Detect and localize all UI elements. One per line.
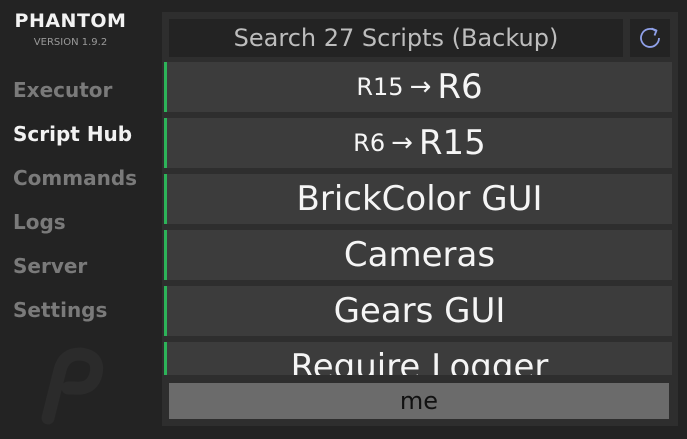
- script-list[interactable]: R15 → R6 R6 → R15 BrickColor GUI Cameras…: [164, 62, 672, 375]
- target-input[interactable]: [169, 383, 669, 419]
- sidebar-item-executor[interactable]: Executor: [13, 76, 137, 120]
- script-item[interactable]: R6 → R15: [164, 118, 672, 168]
- sidebar-item-script-hub[interactable]: Script Hub: [13, 120, 137, 164]
- search-input[interactable]: [169, 19, 623, 57]
- sidebar-item-settings[interactable]: Settings: [13, 296, 137, 340]
- script-hub-panel: R15 → R6 R6 → R15 BrickColor GUI Cameras…: [162, 12, 678, 426]
- script-label: Cameras: [343, 235, 496, 275]
- script-item[interactable]: Gears GUI: [164, 286, 672, 336]
- script-from: R15: [356, 73, 404, 101]
- script-label: BrickColor GUI: [296, 179, 543, 219]
- phantom-logo-watermark: [41, 347, 104, 425]
- sidebar-item-logs[interactable]: Logs: [13, 208, 137, 252]
- script-item[interactable]: BrickColor GUI: [164, 174, 672, 224]
- script-label: Require Logger: [290, 347, 549, 375]
- script-item[interactable]: R15 → R6: [164, 62, 672, 112]
- arrow-icon: →: [409, 72, 432, 102]
- script-from: R6: [353, 129, 386, 157]
- sidebar-item-commands[interactable]: Commands: [13, 164, 137, 208]
- script-to: R6: [437, 67, 483, 107]
- sidebar-nav: Executor Script Hub Commands Logs Server…: [13, 76, 137, 340]
- script-item[interactable]: Cameras: [164, 230, 672, 280]
- sidebar: PHANTOM VERSION 1.9.2 Executor Script Hu…: [0, 0, 160, 439]
- app-title: PHANTOM: [14, 10, 127, 32]
- refresh-icon: [640, 27, 660, 48]
- app-version: VERSION 1.9.2: [33, 37, 108, 48]
- script-to: R15: [418, 123, 486, 163]
- arrow-icon: →: [391, 128, 413, 158]
- script-label: Gears GUI: [333, 291, 506, 331]
- script-item[interactable]: Require Logger: [164, 342, 672, 375]
- sidebar-item-server[interactable]: Server: [13, 252, 137, 296]
- brand: PHANTOM VERSION 1.9.2: [13, 10, 128, 50]
- refresh-button[interactable]: [630, 19, 670, 57]
